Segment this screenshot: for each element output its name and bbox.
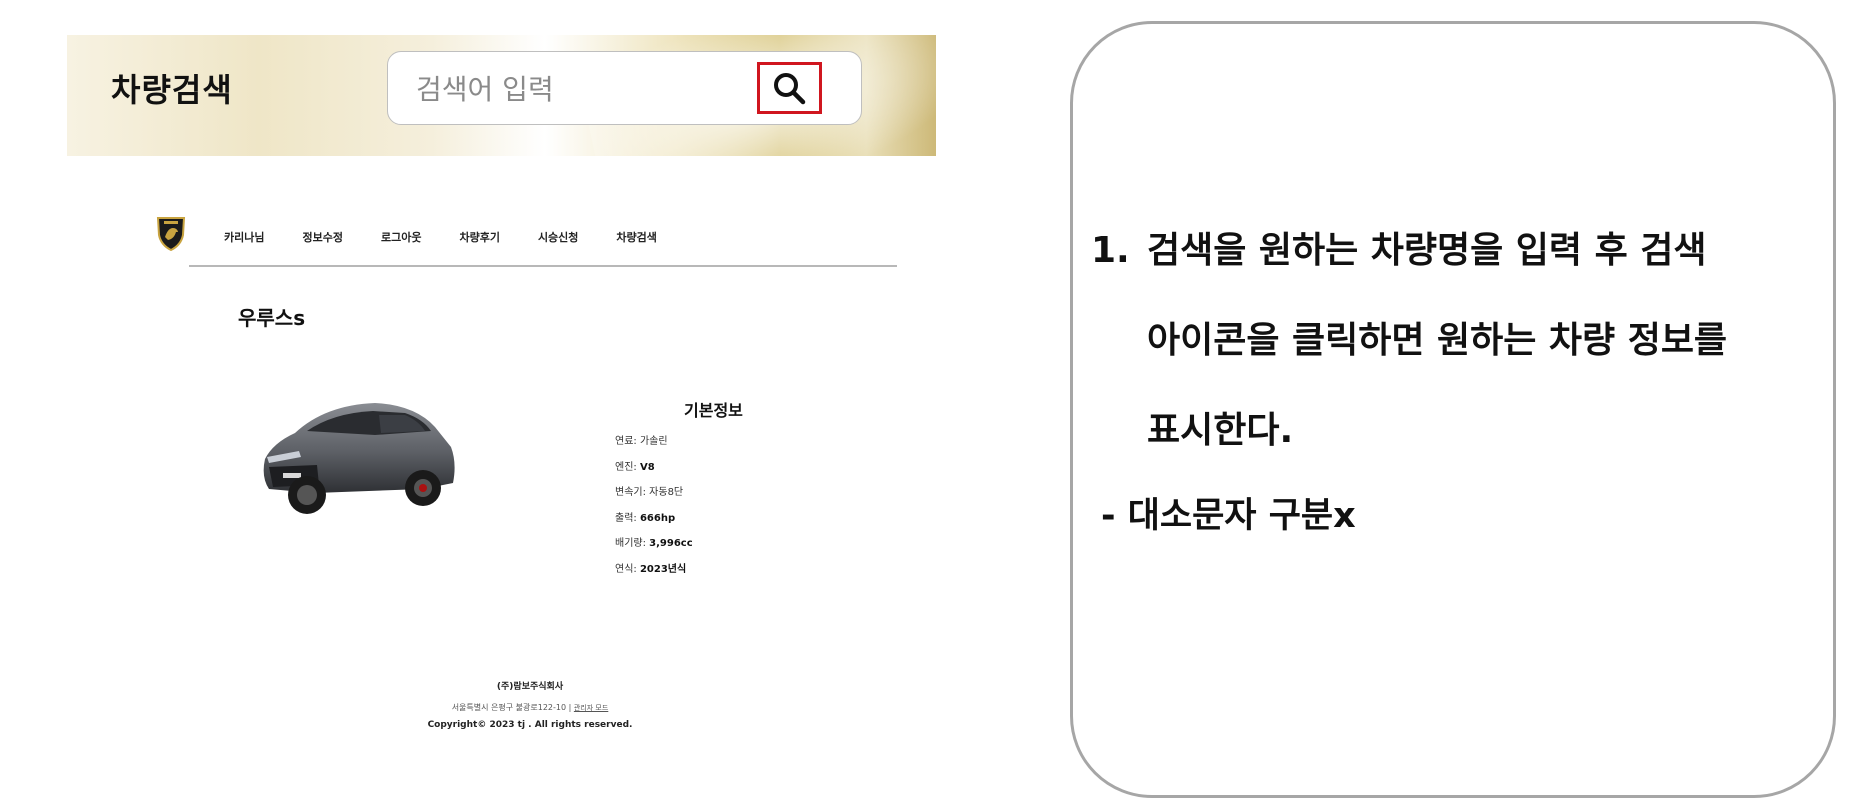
nav-item-car-search[interactable]: 차량검색 bbox=[616, 229, 656, 245]
search-banner: 차량검색 ① bbox=[67, 35, 936, 156]
site-preview: 카리나님 정보수정 로그아웃 차량후기 시승신청 차량검색 우루스s 기본정보 … bbox=[140, 205, 900, 745]
car-name: 우루스s bbox=[238, 306, 306, 330]
site-nav: 카리나님 정보수정 로그아웃 차량후기 시승신청 차량검색 bbox=[224, 229, 695, 245]
case-note: - 대소문자 구분x bbox=[1101, 496, 1356, 536]
search-box: ① bbox=[387, 51, 862, 125]
search-page-title: 차량검색 bbox=[111, 71, 233, 109]
instruction-line-3: 표시한다. bbox=[1147, 410, 1294, 451]
spec-row-year: 연식: 2023년식 bbox=[615, 563, 687, 575]
nav-divider bbox=[189, 265, 897, 267]
footer-copyright: Copyright© 2023 tj . All rights reserved… bbox=[427, 720, 633, 730]
footer-company: (주)람보주식회사 bbox=[496, 682, 564, 692]
instruction-line-2: 아이콘을 클릭하면 원하는 차량 정보를 bbox=[1147, 320, 1728, 361]
lamborghini-logo-icon[interactable] bbox=[156, 215, 186, 251]
site-footer: (주)람보주식회사 서울특별시 은평구 불광로122-10 | 관리자 모드 C… bbox=[140, 679, 920, 730]
basic-info-title: 기본정보 bbox=[684, 401, 743, 420]
spec-row-fuel: 연료: 가솔린 bbox=[615, 436, 668, 447]
search-button[interactable] bbox=[757, 62, 822, 114]
spec-row-displacement: 배기량: 3,996cc bbox=[615, 538, 693, 549]
instruction-number: 1. bbox=[1091, 230, 1130, 271]
footer-address: 서울특별시 은평구 불광로122-10 | bbox=[451, 703, 572, 712]
spec-row-transmission: 변속기: 자동8단 bbox=[615, 487, 684, 498]
search-input[interactable] bbox=[414, 70, 718, 108]
spec-list: 연료: 가솔린 엔진: V8 변속기: 자동8단 출력: 666hp 배기량: … bbox=[615, 432, 693, 585]
admin-mode-link[interactable]: 관리자 모드 bbox=[574, 704, 608, 712]
spec-row-engine: 엔진: V8 bbox=[615, 461, 655, 473]
nav-item-test-drive[interactable]: 시승신청 bbox=[538, 229, 578, 245]
nav-item-user[interactable]: 카리나님 bbox=[224, 229, 264, 245]
nav-item-logout[interactable]: 로그아웃 bbox=[381, 229, 421, 245]
instruction-text: 1. 검색을 원하는 차량명을 입력 후 검색 아이콘을 클릭하면 원하는 차량… bbox=[1091, 221, 1811, 491]
instruction-panel: 1. 검색을 원하는 차량명을 입력 후 검색 아이콘을 클릭하면 원하는 차량… bbox=[1070, 21, 1836, 798]
spec-row-power: 출력: 666hp bbox=[615, 512, 676, 524]
search-icon bbox=[773, 73, 805, 105]
footer-address-line: 서울특별시 은평구 불광로122-10 | 관리자 모드 bbox=[140, 702, 920, 713]
instruction-line-1: 검색을 원하는 차량명을 입력 후 검색 bbox=[1147, 230, 1707, 271]
nav-item-reviews[interactable]: 차량후기 bbox=[459, 229, 499, 245]
nav-item-edit-info[interactable]: 정보수정 bbox=[302, 229, 342, 245]
car-image bbox=[263, 403, 455, 514]
